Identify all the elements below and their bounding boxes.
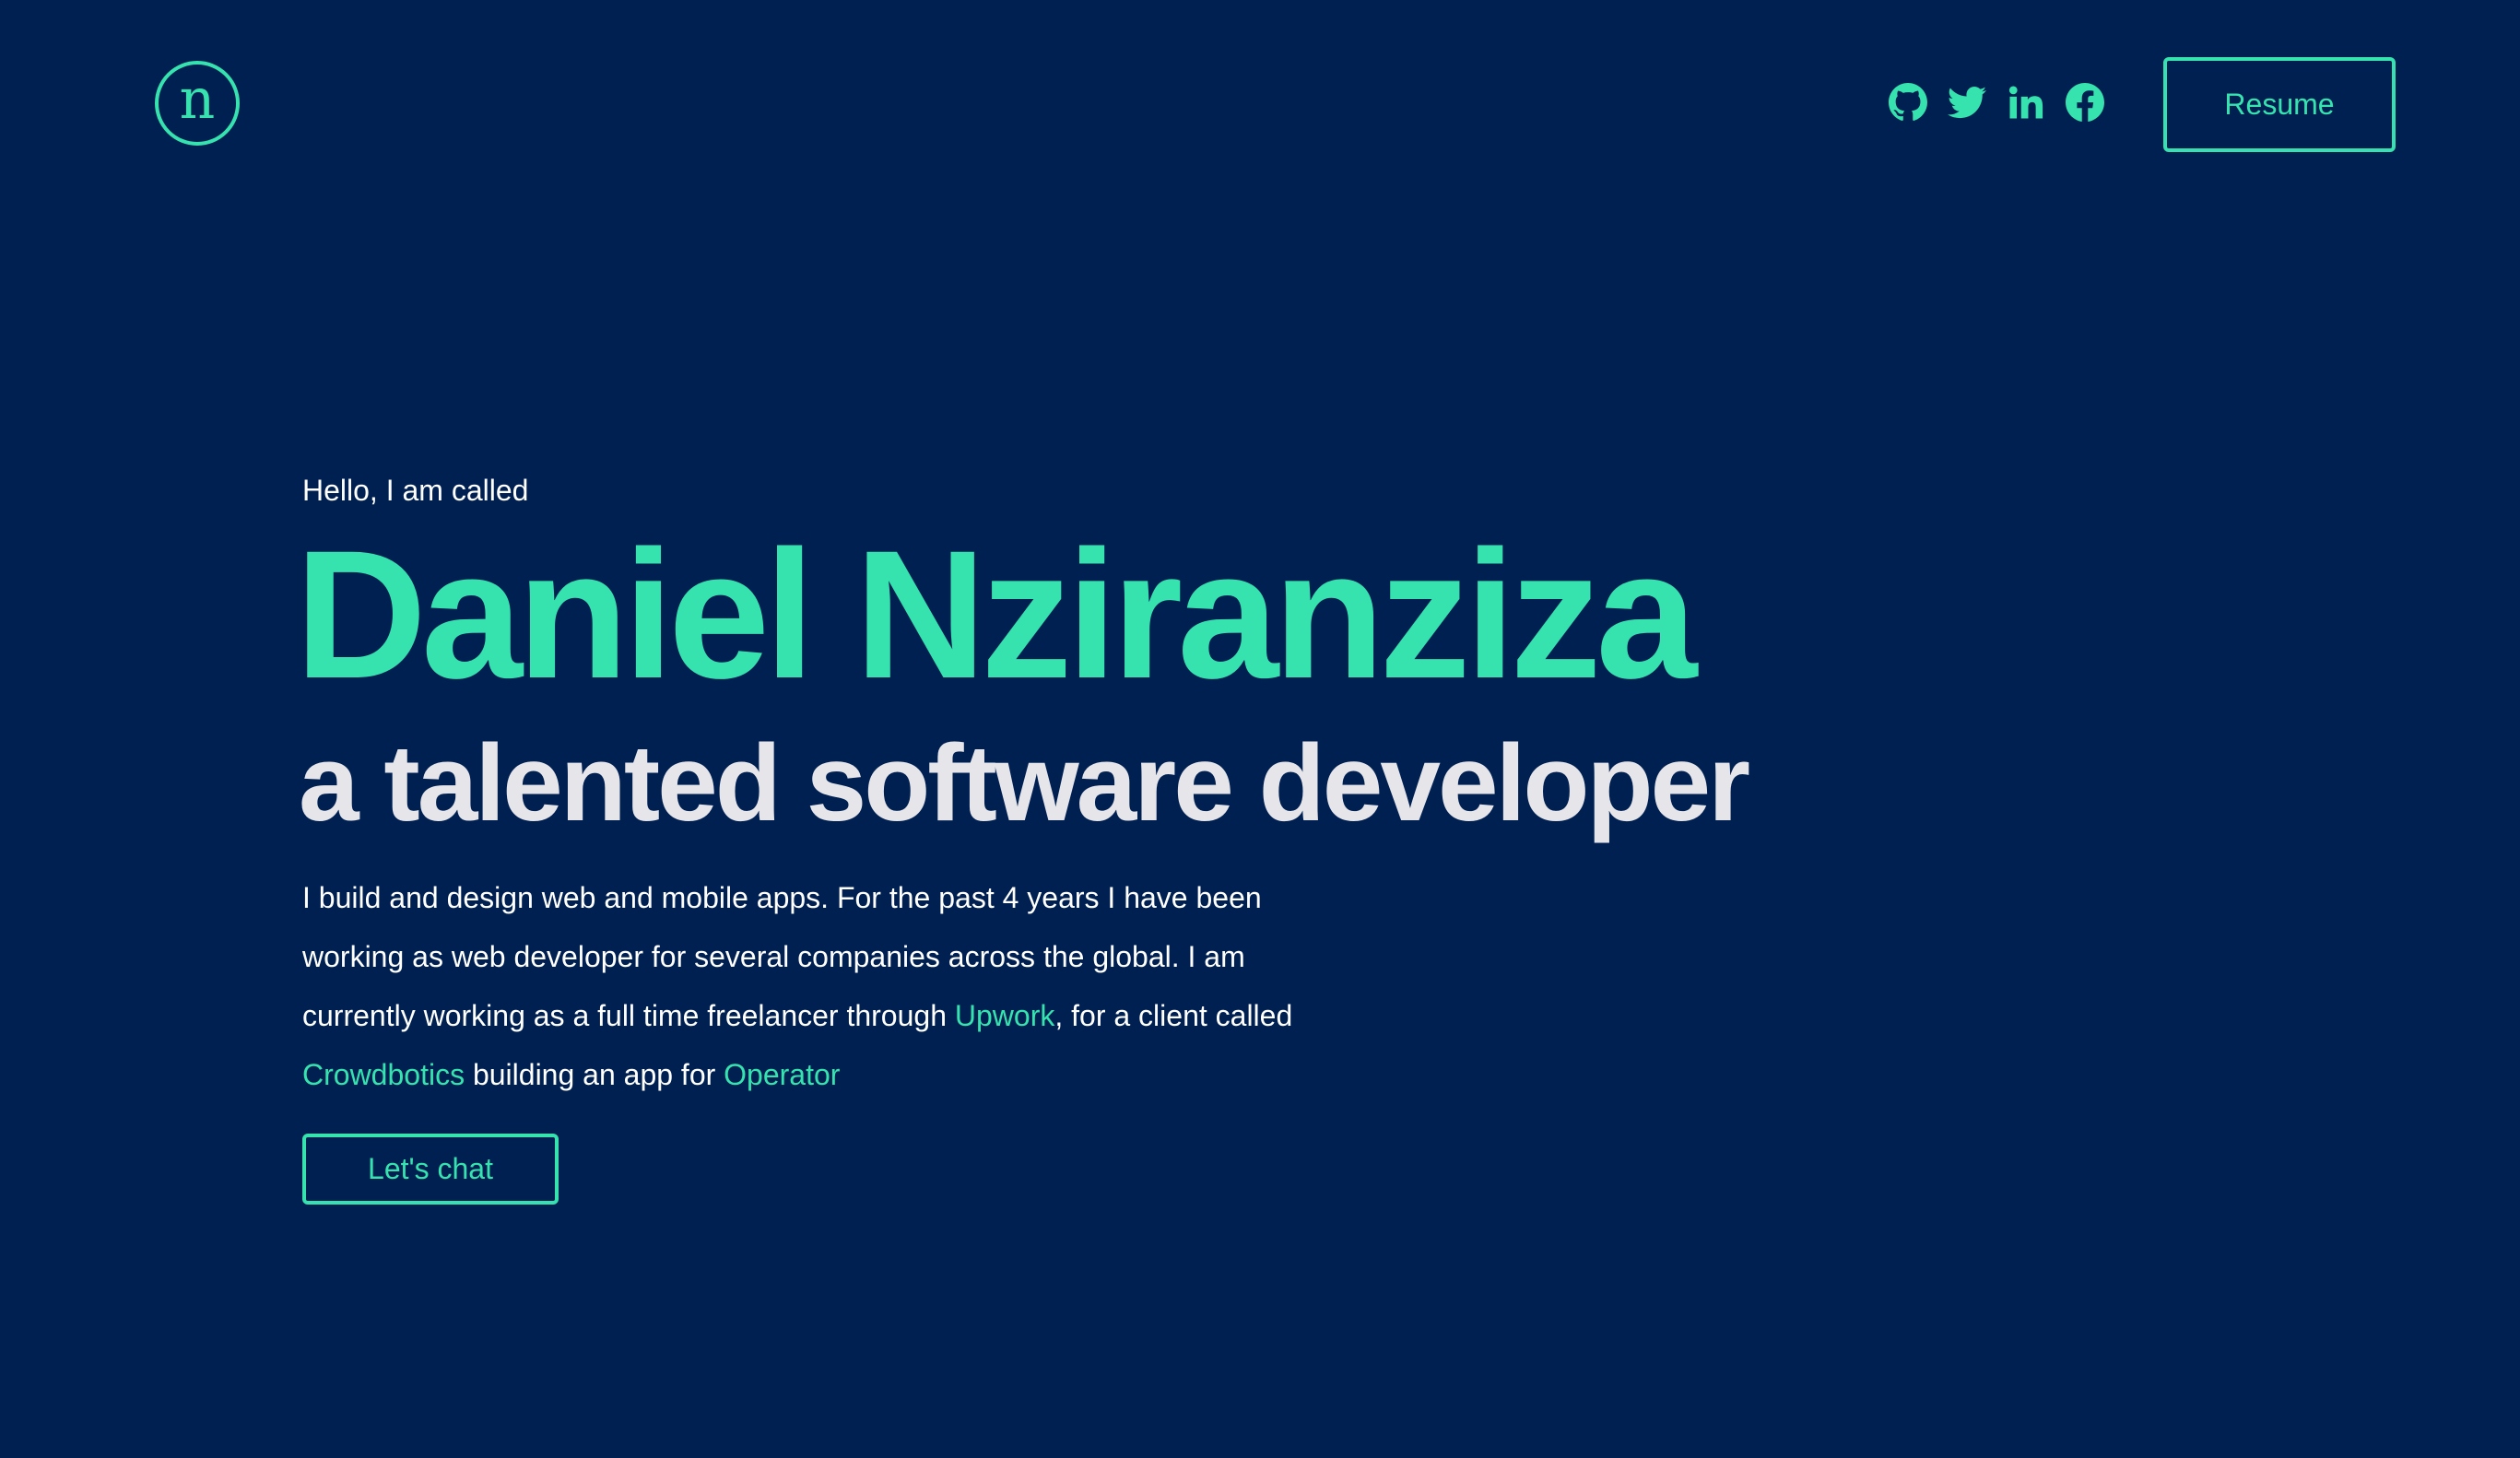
twitter-icon[interactable] xyxy=(1946,81,1988,123)
social-links xyxy=(1887,81,2106,123)
resume-button[interactable]: Resume xyxy=(2163,57,2396,152)
operator-link[interactable]: Operator xyxy=(724,1058,840,1091)
upwork-link[interactable]: Upwork xyxy=(955,999,1054,1032)
bio-text: , for a client called xyxy=(1054,999,1293,1032)
bio-text: building an app for xyxy=(465,1058,724,1091)
hero-tagline: a talented software developer xyxy=(299,723,1750,844)
linkedin-icon[interactable] xyxy=(2005,81,2047,123)
logo[interactable]: n xyxy=(155,61,240,146)
facebook-icon[interactable] xyxy=(2064,81,2106,123)
lets-chat-button[interactable]: Let's chat xyxy=(302,1134,559,1205)
greeting-text: Hello, I am called xyxy=(302,474,529,507)
logo-letter: n xyxy=(179,67,216,132)
bio-paragraph: I build and design web and mobile apps. … xyxy=(302,868,1335,1104)
crowdbotics-link[interactable]: Crowdbotics xyxy=(302,1058,465,1091)
hero-name: Daniel Nziranziza xyxy=(295,512,1697,716)
github-icon[interactable] xyxy=(1887,81,1929,123)
